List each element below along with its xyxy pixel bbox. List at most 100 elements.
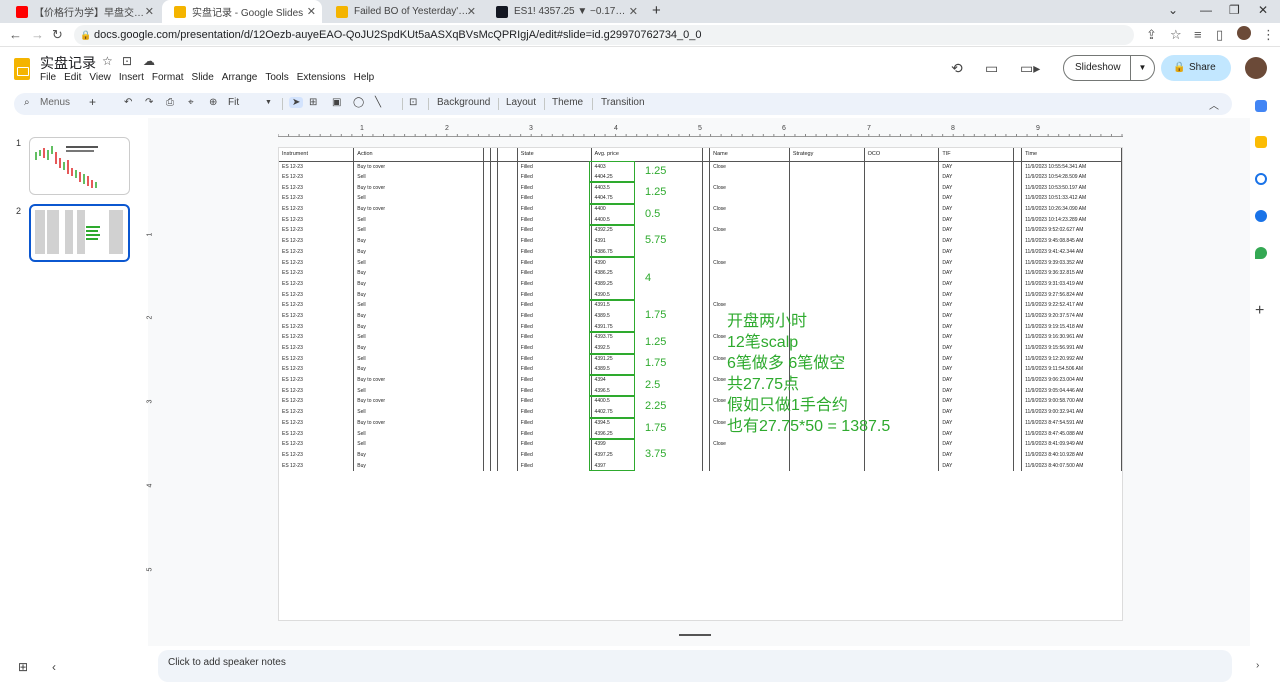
url-input[interactable]: 🔒 docs.google.com/presentation/d/12Oezb-… xyxy=(74,25,1134,45)
table-cell xyxy=(497,385,518,397)
undo-icon[interactable]: ↶ xyxy=(124,97,132,108)
table-cell xyxy=(864,235,940,247)
add-on-plus-icon[interactable]: + xyxy=(1255,302,1264,320)
reading-list-icon[interactable]: ≡ xyxy=(1194,27,1202,42)
table-cell xyxy=(702,353,711,365)
maps-icon[interactable] xyxy=(1255,247,1267,259)
notes-resize-handle[interactable] xyxy=(679,634,711,636)
slideshow-dropdown-icon[interactable]: ▼ xyxy=(1130,56,1154,80)
move-folder-icon[interactable]: ⊡ xyxy=(122,54,132,68)
more-menu-icon[interactable]: ⋮ xyxy=(1262,27,1275,43)
back-icon[interactable]: ← xyxy=(9,27,22,42)
menu-help[interactable]: Help xyxy=(354,72,375,83)
slideshow-button[interactable]: Slideshow ▼ xyxy=(1063,55,1155,81)
grid-view-icon[interactable]: ⊞ xyxy=(18,660,28,674)
collapse-filmstrip-icon[interactable]: ‹ xyxy=(52,660,56,674)
close-tab-icon[interactable]: ✕ xyxy=(145,5,154,18)
transition-button[interactable]: Transition xyxy=(601,97,645,108)
table-cell: Filled xyxy=(517,171,592,183)
search-menus-icon[interactable]: ⌕ xyxy=(24,97,30,108)
comments-icon[interactable]: ▭ xyxy=(985,60,998,77)
document-title[interactable]: 实盘记录 xyxy=(40,53,96,73)
background-button[interactable]: Background xyxy=(437,97,490,108)
theme-button[interactable]: Theme xyxy=(552,97,583,108)
browser-tab-active[interactable]: 实盘记录 - Google Slides ✕ xyxy=(162,0,322,23)
forward-icon[interactable]: → xyxy=(31,27,44,42)
ruler-label: 5 xyxy=(698,125,702,132)
table-cell xyxy=(490,428,498,439)
share-label: Share xyxy=(1189,62,1216,73)
slide-2[interactable]: Instrument Action State Avg. price Name Strat… xyxy=(278,147,1123,621)
expand-panel-icon[interactable]: › xyxy=(1256,660,1259,671)
frame-tool-icon[interactable]: ⊞ xyxy=(309,97,317,108)
share-page-icon[interactable]: ⇪ xyxy=(1146,27,1157,43)
calendar-icon[interactable] xyxy=(1255,100,1267,112)
menu-extensions[interactable]: Extensions xyxy=(297,72,346,83)
cloud-saved-icon[interactable]: ☁ xyxy=(143,54,155,68)
close-tab-icon[interactable]: ✕ xyxy=(307,5,316,18)
slide-thumbnail-1[interactable] xyxy=(29,137,130,195)
account-avatar[interactable] xyxy=(1245,57,1267,79)
table-cell: 11/9/2023 9:16:30.961 AM xyxy=(1021,332,1122,343)
side-panel-icon[interactable]: ▯ xyxy=(1216,27,1223,43)
minimize-icon[interactable]: — xyxy=(1200,3,1212,17)
table-row: ES 12-23 Buy Filled 4397.25 DAY 11/9/2023 8:4… xyxy=(279,449,1122,461)
table-cell: DAY xyxy=(938,396,1015,407)
menu-file[interactable]: File xyxy=(40,72,56,83)
table-row: ES 12-23 Sell Filled 4404.25 DAY 11/9/2023 10… xyxy=(279,171,1122,183)
maximize-icon[interactable]: ❐ xyxy=(1229,3,1240,17)
line-tool-icon[interactable]: ╲ xyxy=(375,97,381,108)
menu-format[interactable]: Format xyxy=(152,72,184,83)
search-menus-input[interactable]: Menus xyxy=(40,97,70,108)
site-info-icon[interactable]: 🔒 xyxy=(80,25,91,45)
menu-arrange[interactable]: Arrange xyxy=(222,72,258,83)
table-cell: Buy xyxy=(353,310,484,322)
menu-edit[interactable]: Edit xyxy=(64,72,81,83)
meet-camera-icon[interactable]: ▭▸ xyxy=(1020,60,1040,77)
zoom-select[interactable]: Fit xyxy=(228,97,239,108)
close-tab-icon[interactable]: ✕ xyxy=(629,5,638,18)
select-tool-icon[interactable]: ➤ xyxy=(289,97,304,108)
new-slide-icon[interactable]: + xyxy=(89,95,96,109)
table-cell xyxy=(1013,203,1023,215)
paint-format-icon[interactable]: ⌖ xyxy=(188,97,194,108)
browser-tab[interactable]: ES1! 4357.25 ▼ −0.17% Unnan ✕ xyxy=(484,0,644,23)
tab-search-icon[interactable]: ⌄ xyxy=(1168,3,1178,17)
reload-icon[interactable]: ↻ xyxy=(52,27,63,43)
new-tab-button[interactable]: + xyxy=(652,2,661,19)
slides-logo-icon[interactable] xyxy=(14,58,30,80)
table-cell xyxy=(483,396,491,407)
layout-button[interactable]: Layout xyxy=(506,97,536,108)
zoom-icon[interactable]: ⊕ xyxy=(209,97,217,108)
speaker-notes[interactable]: Click to add speaker notes xyxy=(158,650,1232,682)
table-cell xyxy=(490,225,498,236)
browser-tab[interactable]: Failed BO of Yesterday's High ✕ xyxy=(324,0,482,23)
browser-tab[interactable]: 【价格行为学】早盘交易策略(1): ✕ xyxy=(4,0,160,23)
close-window-icon[interactable]: ✕ xyxy=(1258,3,1268,17)
menu-insert[interactable]: Insert xyxy=(119,72,144,83)
menu-view[interactable]: View xyxy=(89,72,111,83)
redo-icon[interactable]: ↷ xyxy=(145,97,153,108)
print-icon[interactable]: ⎙ xyxy=(166,97,174,108)
zoom-dropdown-icon[interactable]: ▼ xyxy=(265,99,272,106)
collapse-toolbar-icon[interactable]: ︿ xyxy=(1209,97,1219,112)
keep-icon[interactable] xyxy=(1255,136,1267,148)
tasks-icon[interactable] xyxy=(1255,173,1267,185)
profile-avatar[interactable] xyxy=(1237,26,1251,40)
slide-thumbnail-2[interactable] xyxy=(29,204,130,262)
menu-tools[interactable]: Tools xyxy=(265,72,288,83)
menu-slide[interactable]: Slide xyxy=(192,72,214,83)
table-cell: ES 12-23 xyxy=(279,161,355,172)
share-button[interactable]: 🔒 Share xyxy=(1161,55,1231,81)
bookmark-star-icon[interactable]: ☆ xyxy=(1170,27,1182,43)
image-tool-icon[interactable]: ▣ xyxy=(332,97,341,108)
ruler-label: 6 xyxy=(782,125,786,132)
contacts-icon[interactable] xyxy=(1255,210,1267,222)
add-comment-icon[interactable]: ⊡ xyxy=(409,97,417,108)
table-cell xyxy=(1013,438,1023,450)
table-cell: ES 12-23 xyxy=(279,182,355,194)
version-history-icon[interactable]: ⟲ xyxy=(951,60,963,77)
star-icon[interactable]: ☆ xyxy=(102,54,113,68)
close-tab-icon[interactable]: ✕ xyxy=(467,5,476,18)
shape-tool-icon[interactable]: ◯ xyxy=(353,97,364,108)
